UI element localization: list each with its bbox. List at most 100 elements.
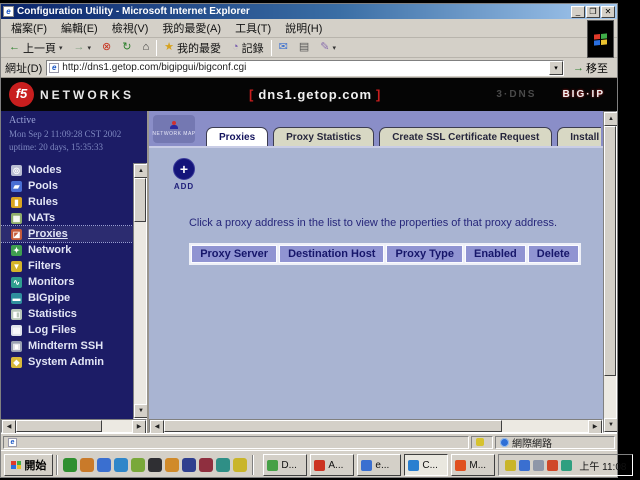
scroll-up-icon[interactable]: ▲ (134, 164, 147, 178)
toolbar-separator (271, 40, 272, 56)
task-window-label: M... (469, 460, 486, 471)
sidebar-item-label: Proxies (28, 228, 68, 240)
mail-button[interactable]: ✉ (275, 41, 292, 54)
menu-item[interactable]: 工具(T) (229, 18, 277, 38)
scroll-left-icon[interactable]: ◀ (2, 420, 16, 433)
sidebar-horizontal-scrollbar[interactable]: ◀ ▶ (1, 419, 147, 433)
sidebar-item[interactable]: ✦ Network (1, 242, 133, 258)
scrollbar-thumb[interactable] (16, 420, 102, 432)
quicklaunch-icon[interactable] (148, 458, 162, 472)
sidebar-item[interactable]: ▬ BIGpipe (1, 290, 133, 306)
task-window-button[interactable]: M... (451, 454, 495, 476)
network-map-icon (170, 121, 178, 129)
sidebar-item[interactable]: ◧ Statistics (1, 306, 133, 322)
main-vertical-scrollbar[interactable]: ▲ ▼ (603, 111, 617, 433)
menu-item[interactable]: 檢視(V) (106, 18, 155, 38)
sidebar-item[interactable]: ▦ NATs (1, 210, 133, 226)
quicklaunch-icon[interactable] (165, 458, 179, 472)
scroll-left-icon[interactable]: ◀ (150, 420, 164, 433)
product-bigip[interactable]: BIG·IP (562, 89, 605, 100)
home-button[interactable]: ⌂ (138, 41, 153, 54)
menu-item[interactable]: 檔案(F) (5, 18, 53, 38)
quicklaunch-icon[interactable] (216, 458, 230, 472)
stop-button[interactable]: ⊗ (98, 41, 115, 54)
add-proxy-button[interactable]: + ADD (167, 158, 201, 191)
menu-item[interactable]: 編輯(E) (55, 18, 104, 38)
sidebar-item[interactable]: ▼ Filters (1, 258, 133, 274)
refresh-button[interactable]: ↻ (118, 41, 135, 54)
sidebar-item[interactable]: ◆ System Admin (1, 354, 133, 370)
tab[interactable]: Install SSL Certifi (557, 127, 601, 146)
product-3dns[interactable]: 3·DNS (496, 89, 536, 100)
sidebar-item[interactable]: ◪ Proxies (1, 226, 133, 242)
back-button[interactable]: ← 上一頁 ▾ (5, 39, 67, 57)
f5-brand-name: NETWORKS (40, 88, 134, 102)
quicklaunch-icon[interactable] (63, 458, 77, 472)
address-input[interactable]: e http://dns1.getop.com/bigipgui/bigconf… (46, 60, 564, 76)
sidebar-item[interactable]: ◎ Nodes (1, 162, 133, 178)
tray-icon[interactable] (547, 460, 558, 471)
scroll-up-icon[interactable]: ▲ (604, 112, 617, 126)
sidebar-item-label: Filters (28, 260, 61, 272)
history-button[interactable]: ◔ 記錄 (228, 39, 268, 57)
tray-icon[interactable] (505, 460, 516, 471)
sidebar-item-label: Network (28, 244, 71, 256)
maximize-button[interactable]: ❐ (586, 6, 600, 18)
main-frame: NETWORK MAP Proxies Proxy Statistics Creat… (149, 111, 617, 433)
task-window-button[interactable]: C... (404, 454, 448, 476)
sidebar-item[interactable]: ▣ Mindterm SSH (1, 338, 133, 354)
quicklaunch-icon[interactable] (97, 458, 111, 472)
status-bar: e 網際網路 (1, 433, 617, 450)
quicklaunch-icon[interactable] (233, 458, 247, 472)
sidebar-item-label: System Admin (28, 356, 104, 368)
tray-icon[interactable] (533, 460, 544, 471)
scroll-down-icon[interactable]: ▼ (604, 418, 617, 432)
forward-button[interactable]: → ▾ (70, 41, 96, 54)
quicklaunch-icon[interactable] (131, 458, 145, 472)
main-horizontal-scrollbar[interactable]: ◀ ▶ (149, 419, 603, 433)
internet-zone-icon (500, 438, 509, 447)
quicklaunch-icon[interactable] (80, 458, 94, 472)
quicklaunch-icon[interactable] (199, 458, 213, 472)
print-button[interactable]: ▤ (295, 41, 313, 54)
scrollbar-track[interactable] (102, 420, 132, 432)
scroll-right-icon[interactable]: ▶ (132, 420, 146, 433)
favorites-button[interactable]: ★ 我的最愛 (160, 39, 225, 57)
task-window-button[interactable]: e... (357, 454, 401, 476)
title-bar[interactable]: e Configuration Utility - Microsoft Inte… (1, 4, 617, 19)
sidebar-item[interactable]: ∿ Monitors (1, 274, 133, 290)
scrollbar-track[interactable] (134, 222, 146, 404)
tab[interactable]: Create SSL Certificate Request (379, 127, 552, 146)
edit-button[interactable]: ✎ ▾ (316, 41, 340, 54)
tab[interactable]: Proxy Statistics (273, 127, 374, 146)
address-bar: 網址(D) e http://dns1.getop.com/bigipgui/b… (1, 58, 617, 78)
sidebar-item[interactable]: ▮ Rules (1, 194, 133, 210)
scroll-right-icon[interactable]: ▶ (588, 420, 602, 433)
scrollbar-track[interactable] (502, 420, 588, 432)
sidebar-item-label: Statistics (28, 308, 77, 320)
task-window-button[interactable]: D... (263, 454, 307, 476)
task-window-button[interactable]: A... (310, 454, 354, 476)
tray-icon[interactable] (519, 460, 530, 471)
menu-item[interactable]: 說明(H) (279, 18, 328, 38)
scrollbar-thumb[interactable] (134, 178, 146, 222)
minimize-button[interactable]: _ (571, 6, 585, 18)
scrollbar-thumb[interactable] (604, 126, 616, 376)
sidebar-item[interactable]: ▤ Log Files (1, 322, 133, 338)
tab[interactable]: Proxies (206, 127, 268, 146)
address-dropdown-button[interactable]: ▾ (549, 61, 563, 75)
quicklaunch-icon[interactable] (114, 458, 128, 472)
scrollbar-track[interactable] (604, 376, 616, 418)
scroll-down-icon[interactable]: ▼ (134, 404, 147, 418)
sidebar-item[interactable]: ▰ Pools (1, 178, 133, 194)
quicklaunch-icon[interactable] (182, 458, 196, 472)
sidebar-item-label: Monitors (28, 276, 74, 288)
scrollbar-thumb[interactable] (164, 420, 502, 432)
close-button[interactable]: ✕ (601, 6, 615, 18)
tray-icon[interactable] (561, 460, 572, 471)
go-button[interactable]: → 移至 (568, 59, 613, 77)
menu-item[interactable]: 我的最愛(A) (156, 18, 227, 38)
network-map-button[interactable]: NETWORK MAP (153, 115, 195, 143)
start-button[interactable]: 開始 (4, 454, 53, 476)
sidebar-vertical-scrollbar[interactable]: ▲ ▼ (133, 163, 147, 419)
